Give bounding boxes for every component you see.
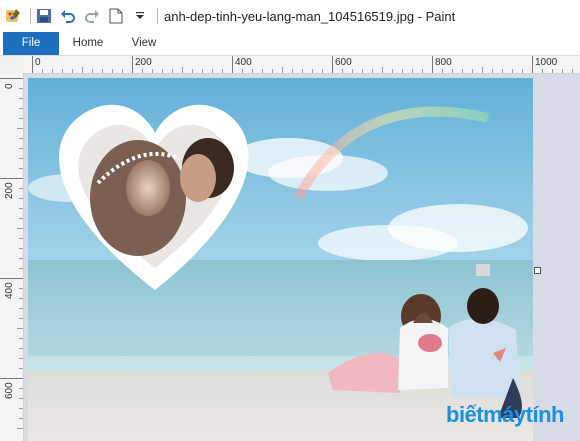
tab-home[interactable]: Home xyxy=(64,32,112,55)
ribbon-tab-bar: File Home View xyxy=(0,32,580,56)
ruler-label: 0 xyxy=(35,57,41,68)
ruler-label: 400 xyxy=(4,282,15,299)
watermark-text-1: biết xyxy=(446,402,484,427)
tab-file[interactable]: File xyxy=(3,32,59,55)
vertical-ruler: 0 200 400 600 xyxy=(0,73,24,441)
ruler-label: 800 xyxy=(435,57,452,68)
horizontal-ruler: 0 200 400 600 800 1000 xyxy=(24,56,580,74)
paint-app-icon[interactable] xyxy=(2,5,24,27)
ruler-label: 200 xyxy=(135,57,152,68)
title-separator xyxy=(157,8,158,24)
image-canvas[interactable] xyxy=(28,78,533,441)
title-bar: anh-dep-tinh-yeu-lang-man_104516519.jpg … xyxy=(0,0,580,32)
ruler-label: 600 xyxy=(335,57,352,68)
watermark-logo: biếtmáytính xyxy=(446,402,564,428)
resize-handle-corner[interactable] xyxy=(534,267,541,274)
ruler-label: 1000 xyxy=(535,57,558,68)
redo-icon[interactable] xyxy=(81,5,103,27)
quick-access-toolbar xyxy=(0,0,158,32)
photo-illustration xyxy=(28,78,533,441)
toolbar-separator xyxy=(30,8,31,24)
new-file-icon[interactable] xyxy=(105,5,127,27)
canvas-area[interactable]: biếtmáytính xyxy=(24,74,580,441)
save-icon[interactable] xyxy=(33,5,55,27)
ruler-label: 600 xyxy=(4,382,15,399)
ruler-corner xyxy=(0,56,25,74)
window-title: anh-dep-tinh-yeu-lang-man_104516519.jpg … xyxy=(164,8,456,24)
watermark-text-2: máytính xyxy=(483,402,564,427)
ruler-label: 400 xyxy=(235,57,252,68)
customize-dropdown-icon[interactable] xyxy=(129,5,151,27)
undo-icon[interactable] xyxy=(57,5,79,27)
ruler-label: 0 xyxy=(4,83,15,89)
tab-view[interactable]: View xyxy=(124,32,164,55)
ruler-label: 200 xyxy=(4,182,15,199)
